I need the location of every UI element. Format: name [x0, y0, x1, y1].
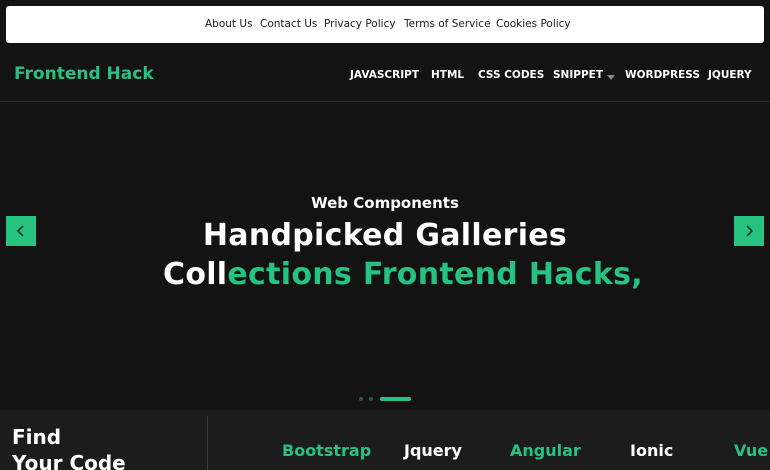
slider-dot-2[interactable]	[369, 397, 373, 401]
nav-wordpress[interactable]: WORDPRESS	[625, 69, 700, 81]
tag-angular[interactable]: Angular	[510, 441, 581, 460]
top-utility-bar: About Us Contact Us Privacy Policy Terms…	[6, 6, 764, 43]
contact-us-link[interactable]: Contact Us	[260, 18, 317, 30]
tag-bootstrap[interactable]: Bootstrap	[282, 441, 371, 460]
slider-next-button[interactable]	[734, 216, 764, 246]
vertical-divider	[207, 416, 208, 470]
nav-javascript[interactable]: JAVASCRIPT	[350, 69, 419, 81]
terms-of-service-link[interactable]: Terms of Service	[404, 18, 491, 30]
tag-vue[interactable]: Vue	[734, 441, 768, 460]
cookies-policy-link[interactable]: Cookies Policy	[496, 18, 571, 30]
nav-html[interactable]: HTML	[431, 69, 464, 81]
slider-dot-1[interactable]	[359, 397, 363, 401]
tag-jquery[interactable]: Jquery	[404, 441, 462, 460]
nav-css-codes[interactable]: CSS CODES	[478, 69, 544, 81]
about-us-link[interactable]: About Us	[205, 18, 253, 30]
find-code-line-2: Your Code	[12, 451, 126, 470]
chevron-right-icon	[746, 225, 754, 237]
tag-ionic[interactable]: Ionic	[630, 441, 673, 460]
typed-text-white: Coll	[163, 257, 228, 292]
nav-jquery[interactable]: JQUERY	[708, 69, 752, 81]
main-navbar: Frontend Hack JAVASCRIPT HTML CSS CODES …	[0, 49, 770, 102]
hero-typed-text: Collections Frontend Hacks,	[163, 257, 643, 292]
privacy-policy-link[interactable]: Privacy Policy	[324, 18, 396, 30]
find-code-heading: Find Your Code	[12, 424, 192, 470]
typed-text-green: ections Frontend Hacks,	[227, 257, 643, 292]
hero-slider: Web Components Handpicked Galleries Coll…	[0, 103, 770, 410]
find-code-line-1: Find	[12, 425, 62, 449]
slider-dot-3-active[interactable]	[380, 397, 411, 401]
find-code-strip: Find Your Code Bootstrap Jquery Angular …	[0, 410, 770, 470]
hero-title: Handpicked Galleries	[202, 218, 568, 253]
nav-snippet[interactable]: SNIPPET	[553, 69, 603, 81]
hero-subtitle: Web Components	[311, 194, 459, 212]
site-logo[interactable]: Frontend Hack	[14, 64, 154, 84]
caret-down-icon[interactable]	[607, 75, 615, 80]
